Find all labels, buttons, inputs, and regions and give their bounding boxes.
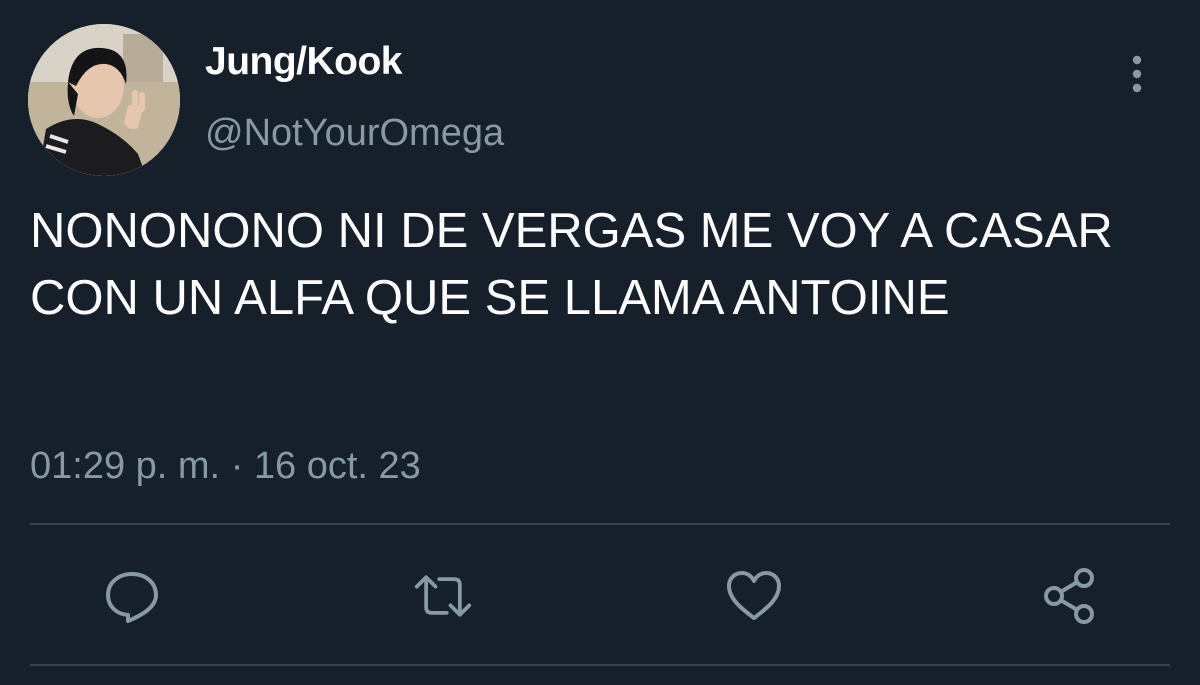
user-handle[interactable]: @NotYourOmega <box>205 112 504 155</box>
timestamp-separator: · <box>230 445 244 487</box>
tweet-card: Jung/Kook @NotYourOmega NONONONO NI DE V… <box>0 0 1200 685</box>
retweet-icon <box>414 575 472 617</box>
divider <box>30 523 1170 525</box>
avatar[interactable] <box>28 24 180 176</box>
retweet-button[interactable] <box>413 566 473 626</box>
like-button[interactable] <box>724 566 784 626</box>
heart-icon <box>727 571 781 620</box>
tweet-timestamp: 01:29 p. m. · 16 oct. 23 <box>30 445 421 488</box>
divider <box>30 664 1170 666</box>
tweet-time[interactable]: 01:29 p. m. <box>30 445 220 487</box>
more-options-button[interactable] <box>1118 50 1156 98</box>
profile-photo-icon <box>28 24 180 176</box>
reply-button[interactable] <box>102 566 162 626</box>
tweet-date[interactable]: 16 oct. 23 <box>254 445 421 487</box>
display-name[interactable]: Jung/Kook <box>205 40 403 84</box>
comment-icon <box>106 572 158 623</box>
share-button[interactable] <box>1040 566 1100 626</box>
tweet-text: NONONONO NI DE VERGAS ME VOY A CASAR CON… <box>30 204 1113 325</box>
share-icon <box>1044 568 1094 624</box>
more-vertical-icon <box>1132 55 1142 93</box>
